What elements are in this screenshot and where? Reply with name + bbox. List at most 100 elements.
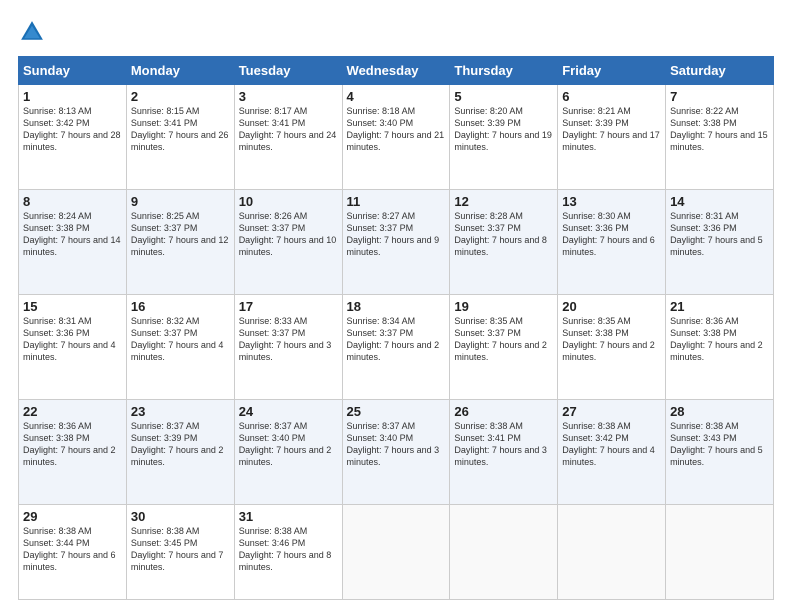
cell-content: Sunrise: 8:21 AM Sunset: 3:39 PM Dayligh… [562, 105, 661, 154]
calendar-cell: 26 Sunrise: 8:38 AM Sunset: 3:41 PM Dayl… [450, 399, 558, 504]
cell-content: Sunrise: 8:30 AM Sunset: 3:36 PM Dayligh… [562, 210, 661, 259]
calendar-cell [666, 504, 774, 599]
calendar-cell: 22 Sunrise: 8:36 AM Sunset: 3:38 PM Dayl… [19, 399, 127, 504]
cell-content: Sunrise: 8:17 AM Sunset: 3:41 PM Dayligh… [239, 105, 338, 154]
day-number: 17 [239, 299, 338, 314]
day-number: 9 [131, 194, 230, 209]
calendar-cell: 28 Sunrise: 8:38 AM Sunset: 3:43 PM Dayl… [666, 399, 774, 504]
cell-content: Sunrise: 8:38 AM Sunset: 3:44 PM Dayligh… [23, 525, 122, 574]
day-number: 23 [131, 404, 230, 419]
calendar-cell: 31 Sunrise: 8:38 AM Sunset: 3:46 PM Dayl… [234, 504, 342, 599]
header [18, 18, 774, 46]
calendar-cell: 10 Sunrise: 8:26 AM Sunset: 3:37 PM Dayl… [234, 189, 342, 294]
calendar-cell: 13 Sunrise: 8:30 AM Sunset: 3:36 PM Dayl… [558, 189, 666, 294]
calendar-cell: 15 Sunrise: 8:31 AM Sunset: 3:36 PM Dayl… [19, 294, 127, 399]
cell-content: Sunrise: 8:35 AM Sunset: 3:37 PM Dayligh… [454, 315, 553, 364]
cell-content: Sunrise: 8:31 AM Sunset: 3:36 PM Dayligh… [670, 210, 769, 259]
day-number: 14 [670, 194, 769, 209]
cell-content: Sunrise: 8:25 AM Sunset: 3:37 PM Dayligh… [131, 210, 230, 259]
cell-content: Sunrise: 8:24 AM Sunset: 3:38 PM Dayligh… [23, 210, 122, 259]
calendar-cell: 14 Sunrise: 8:31 AM Sunset: 3:36 PM Dayl… [666, 189, 774, 294]
day-number: 26 [454, 404, 553, 419]
calendar-cell: 6 Sunrise: 8:21 AM Sunset: 3:39 PM Dayli… [558, 85, 666, 190]
day-number: 18 [347, 299, 446, 314]
day-number: 27 [562, 404, 661, 419]
cell-content: Sunrise: 8:38 AM Sunset: 3:41 PM Dayligh… [454, 420, 553, 469]
cell-content: Sunrise: 8:27 AM Sunset: 3:37 PM Dayligh… [347, 210, 446, 259]
calendar-cell: 18 Sunrise: 8:34 AM Sunset: 3:37 PM Dayl… [342, 294, 450, 399]
cell-content: Sunrise: 8:37 AM Sunset: 3:40 PM Dayligh… [239, 420, 338, 469]
cell-content: Sunrise: 8:13 AM Sunset: 3:42 PM Dayligh… [23, 105, 122, 154]
day-number: 30 [131, 509, 230, 524]
logo [18, 18, 50, 46]
day-number: 11 [347, 194, 446, 209]
calendar-cell: 7 Sunrise: 8:22 AM Sunset: 3:38 PM Dayli… [666, 85, 774, 190]
col-header-tuesday: Tuesday [234, 57, 342, 85]
day-number: 22 [23, 404, 122, 419]
calendar-cell: 25 Sunrise: 8:37 AM Sunset: 3:40 PM Dayl… [342, 399, 450, 504]
cell-content: Sunrise: 8:33 AM Sunset: 3:37 PM Dayligh… [239, 315, 338, 364]
calendar-cell: 3 Sunrise: 8:17 AM Sunset: 3:41 PM Dayli… [234, 85, 342, 190]
cell-content: Sunrise: 8:34 AM Sunset: 3:37 PM Dayligh… [347, 315, 446, 364]
calendar-cell: 30 Sunrise: 8:38 AM Sunset: 3:45 PM Dayl… [126, 504, 234, 599]
day-number: 3 [239, 89, 338, 104]
day-number: 21 [670, 299, 769, 314]
day-number: 1 [23, 89, 122, 104]
cell-content: Sunrise: 8:38 AM Sunset: 3:46 PM Dayligh… [239, 525, 338, 574]
day-number: 31 [239, 509, 338, 524]
calendar-cell: 12 Sunrise: 8:28 AM Sunset: 3:37 PM Dayl… [450, 189, 558, 294]
col-header-sunday: Sunday [19, 57, 127, 85]
calendar-cell [450, 504, 558, 599]
cell-content: Sunrise: 8:38 AM Sunset: 3:45 PM Dayligh… [131, 525, 230, 574]
calendar-cell: 24 Sunrise: 8:37 AM Sunset: 3:40 PM Dayl… [234, 399, 342, 504]
calendar-cell: 9 Sunrise: 8:25 AM Sunset: 3:37 PM Dayli… [126, 189, 234, 294]
day-number: 13 [562, 194, 661, 209]
day-number: 24 [239, 404, 338, 419]
calendar-cell: 5 Sunrise: 8:20 AM Sunset: 3:39 PM Dayli… [450, 85, 558, 190]
cell-content: Sunrise: 8:37 AM Sunset: 3:39 PM Dayligh… [131, 420, 230, 469]
cell-content: Sunrise: 8:20 AM Sunset: 3:39 PM Dayligh… [454, 105, 553, 154]
day-number: 20 [562, 299, 661, 314]
cell-content: Sunrise: 8:15 AM Sunset: 3:41 PM Dayligh… [131, 105, 230, 154]
cell-content: Sunrise: 8:35 AM Sunset: 3:38 PM Dayligh… [562, 315, 661, 364]
day-number: 16 [131, 299, 230, 314]
cell-content: Sunrise: 8:36 AM Sunset: 3:38 PM Dayligh… [670, 315, 769, 364]
day-number: 10 [239, 194, 338, 209]
calendar-table: SundayMondayTuesdayWednesdayThursdayFrid… [18, 56, 774, 600]
day-number: 29 [23, 509, 122, 524]
calendar-cell: 19 Sunrise: 8:35 AM Sunset: 3:37 PM Dayl… [450, 294, 558, 399]
cell-content: Sunrise: 8:36 AM Sunset: 3:38 PM Dayligh… [23, 420, 122, 469]
calendar-cell: 20 Sunrise: 8:35 AM Sunset: 3:38 PM Dayl… [558, 294, 666, 399]
calendar-cell: 8 Sunrise: 8:24 AM Sunset: 3:38 PM Dayli… [19, 189, 127, 294]
calendar-cell: 21 Sunrise: 8:36 AM Sunset: 3:38 PM Dayl… [666, 294, 774, 399]
day-number: 15 [23, 299, 122, 314]
calendar-cell: 2 Sunrise: 8:15 AM Sunset: 3:41 PM Dayli… [126, 85, 234, 190]
col-header-thursday: Thursday [450, 57, 558, 85]
cell-content: Sunrise: 8:38 AM Sunset: 3:43 PM Dayligh… [670, 420, 769, 469]
calendar-cell: 29 Sunrise: 8:38 AM Sunset: 3:44 PM Dayl… [19, 504, 127, 599]
col-header-friday: Friday [558, 57, 666, 85]
calendar-cell [342, 504, 450, 599]
calendar-cell [558, 504, 666, 599]
cell-content: Sunrise: 8:18 AM Sunset: 3:40 PM Dayligh… [347, 105, 446, 154]
calendar-cell: 16 Sunrise: 8:32 AM Sunset: 3:37 PM Dayl… [126, 294, 234, 399]
cell-content: Sunrise: 8:37 AM Sunset: 3:40 PM Dayligh… [347, 420, 446, 469]
cell-content: Sunrise: 8:26 AM Sunset: 3:37 PM Dayligh… [239, 210, 338, 259]
day-number: 28 [670, 404, 769, 419]
day-number: 8 [23, 194, 122, 209]
day-number: 25 [347, 404, 446, 419]
calendar-cell: 17 Sunrise: 8:33 AM Sunset: 3:37 PM Dayl… [234, 294, 342, 399]
col-header-monday: Monday [126, 57, 234, 85]
day-number: 6 [562, 89, 661, 104]
page: SundayMondayTuesdayWednesdayThursdayFrid… [0, 0, 792, 612]
day-number: 7 [670, 89, 769, 104]
col-header-wednesday: Wednesday [342, 57, 450, 85]
day-number: 2 [131, 89, 230, 104]
cell-content: Sunrise: 8:32 AM Sunset: 3:37 PM Dayligh… [131, 315, 230, 364]
cell-content: Sunrise: 8:28 AM Sunset: 3:37 PM Dayligh… [454, 210, 553, 259]
cell-content: Sunrise: 8:22 AM Sunset: 3:38 PM Dayligh… [670, 105, 769, 154]
day-number: 5 [454, 89, 553, 104]
calendar-cell: 27 Sunrise: 8:38 AM Sunset: 3:42 PM Dayl… [558, 399, 666, 504]
day-number: 19 [454, 299, 553, 314]
cell-content: Sunrise: 8:31 AM Sunset: 3:36 PM Dayligh… [23, 315, 122, 364]
